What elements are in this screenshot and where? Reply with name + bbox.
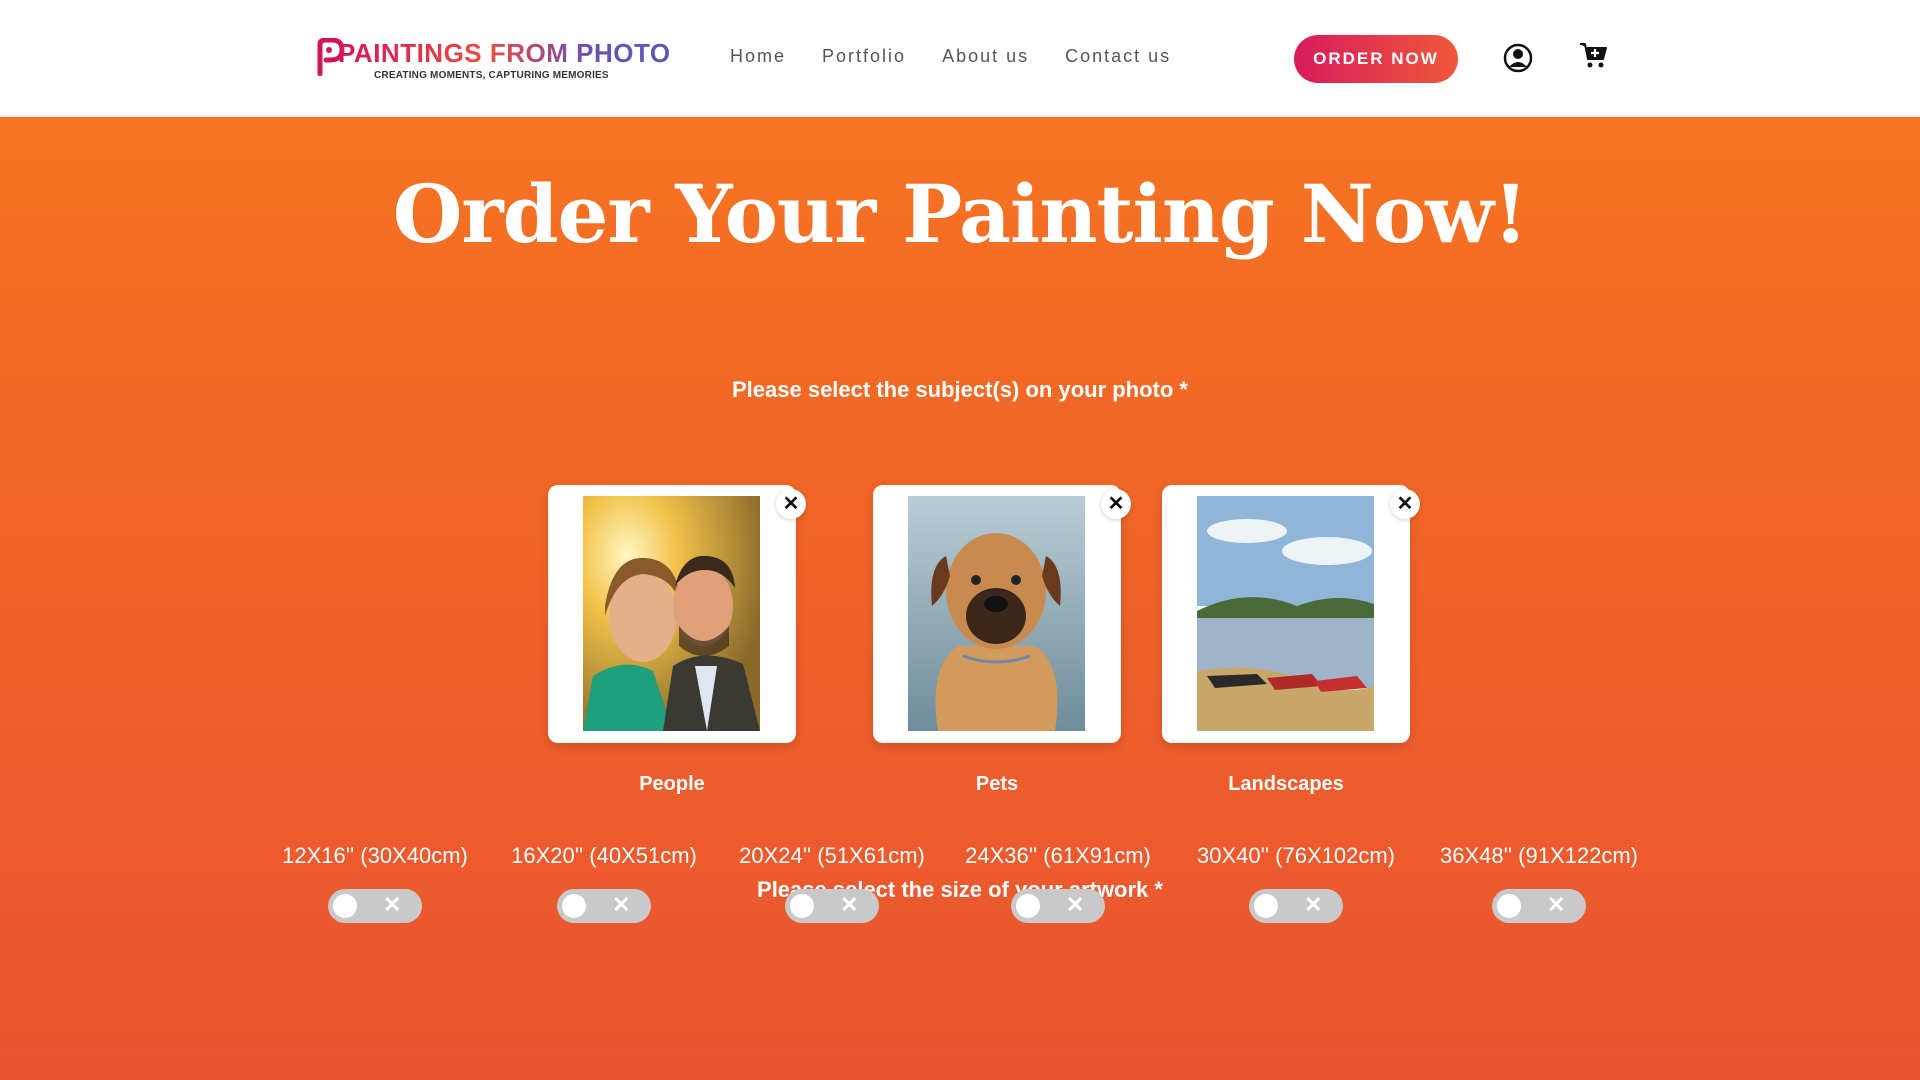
toggle-off-icon: ✕ [1304,892,1323,917]
toggle-off-icon: ✕ [1066,892,1085,917]
size-toggle[interactable]: ✕ [1249,889,1343,923]
page-title: Order Your Painting Now! [392,167,1529,261]
size-toggle[interactable]: ✕ [785,889,879,923]
subject-label-people: People [639,773,705,795]
user-account-icon[interactable] [1503,43,1533,73]
toggle-off-icon: ✕ [840,892,859,917]
size-label: 20X24'' (51X61cm) [739,843,925,868]
order-now-button[interactable]: ORDER NOW [1294,35,1458,83]
subject-question: Please select the subject(s) on your pho… [732,377,1188,402]
toggle-knob [1016,894,1040,918]
nav-portfolio[interactable]: Portfolio [822,46,906,70]
site-header: PAINTINGS FROM PHOTO CREATING MOMENTS, C… [0,0,1920,117]
brand-tagline: CREATING MOMENTS, CAPTURING MEMORIES [374,70,609,81]
subject-card[interactable]: ✕ [1162,485,1420,743]
size-option[interactable]: 20X24'' (51X61cm) ✕ [727,843,937,928]
size-toggle[interactable]: ✕ [328,889,422,923]
brand-name: PAINTINGS FROM PHOTO [338,38,671,68]
subject-option-landscapes[interactable]: ✕ Landscapes [1162,485,1420,796]
size-toggle[interactable]: ✕ [557,889,651,923]
size-option[interactable]: 36X48'' (91X122cm) ✕ [1434,843,1644,928]
toggle-knob [562,894,586,918]
subject-label-pets: Pets [975,773,1019,795]
size-option[interactable]: 30X40'' (76X102cm) ✕ [1191,843,1401,928]
pets-photo [908,496,1085,731]
toggle-knob [790,894,814,918]
brand-logo[interactable]: PAINTINGS FROM PHOTO CREATING MOMENTS, C… [316,36,670,84]
people-photo [583,496,760,731]
cart-icon[interactable] [1578,40,1608,70]
size-option[interactable]: 16X20'' (40X51cm) ✕ [499,843,709,928]
size-toggle[interactable]: ✕ [1492,889,1586,923]
subject-option-people[interactable]: ✕ People [548,485,806,796]
close-icon[interactable]: ✕ [776,489,806,519]
toggle-knob [1497,894,1521,918]
landscapes-photo [1197,496,1374,731]
nav-about-us[interactable]: About us [942,46,1029,70]
toggle-knob [333,894,357,918]
order-section: Order Your Painting Now! Please select t… [0,117,1920,1080]
size-label: 36X48'' (91X122cm) [1440,843,1638,868]
subject-option-pets[interactable]: ✕ Pets [873,485,1131,796]
toggle-knob [1254,894,1278,918]
close-icon[interactable]: ✕ [1101,489,1131,519]
main-nav: Home Portfolio About us Contact us [730,46,1207,70]
subject-card[interactable]: ✕ [548,485,806,743]
close-icon[interactable]: ✕ [1390,489,1420,519]
toggle-off-icon: ✕ [383,892,402,917]
size-label: 24X36'' (61X91cm) [965,843,1151,868]
subject-card[interactable]: ✕ [873,485,1131,743]
nav-home[interactable]: Home [730,46,786,70]
size-option[interactable]: 12X16'' (30X40cm) ✕ [270,843,480,928]
size-toggle[interactable]: ✕ [1011,889,1105,923]
size-label: 30X40'' (76X102cm) [1197,843,1395,868]
subject-label-landscapes: Landscapes [1228,773,1344,795]
toggle-off-icon: ✕ [612,892,631,917]
size-label: 12X16'' (30X40cm) [282,843,468,868]
nav-contact-us[interactable]: Contact us [1065,46,1171,70]
size-label: 16X20'' (40X51cm) [511,843,697,868]
size-option[interactable]: 24X36'' (61X91cm) ✕ [953,843,1163,928]
toggle-off-icon: ✕ [1547,892,1566,917]
